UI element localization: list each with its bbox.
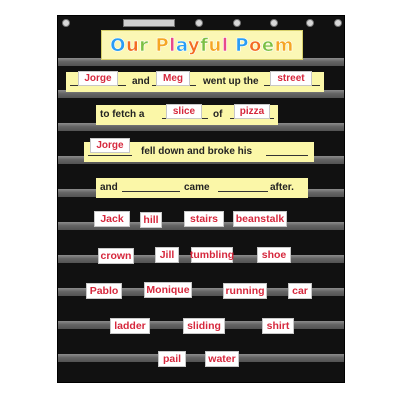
sentence-strip-3: Jorge fell down and broke his bbox=[84, 138, 314, 162]
grommet-icon bbox=[334, 19, 342, 27]
grommet-icon bbox=[195, 19, 203, 27]
sentence-strip-4: and came after. bbox=[96, 178, 308, 198]
word-card[interactable]: pail bbox=[158, 351, 186, 367]
grommet-icon bbox=[306, 19, 314, 27]
grommet-icon bbox=[270, 19, 278, 27]
strip-text: came bbox=[184, 182, 210, 193]
strip-text: fell down and broke his bbox=[141, 146, 253, 157]
word-card[interactable]: car bbox=[288, 283, 312, 299]
strip-text: went up the bbox=[203, 76, 259, 87]
pocket-chart-scene: Our Playful Poem Jorge and Meg went up t… bbox=[0, 0, 400, 400]
word-card[interactable]: running bbox=[223, 283, 267, 299]
word-card[interactable]: water bbox=[205, 351, 239, 367]
word-card[interactable]: crown bbox=[98, 248, 134, 264]
word-card[interactable]: sliding bbox=[183, 318, 225, 334]
strip-text: of bbox=[213, 109, 223, 120]
word-card[interactable]: street bbox=[270, 71, 312, 86]
word-card[interactable]: shoe bbox=[257, 247, 291, 263]
word-card[interactable]: Meg bbox=[156, 71, 190, 86]
word-card[interactable]: beanstalk bbox=[233, 211, 287, 227]
strip-text: after. bbox=[270, 182, 294, 193]
sentence-strip-2: to fetch a slice of pizza bbox=[96, 104, 278, 125]
grommet-icon bbox=[62, 19, 70, 27]
word-card[interactable]: pizza bbox=[234, 104, 270, 119]
poem-title: Our Playful Poem bbox=[110, 34, 294, 56]
strip-text: and bbox=[132, 76, 150, 87]
pocket-row bbox=[58, 354, 344, 362]
sentence-strip-1: Jorge and Meg went up the street bbox=[66, 71, 324, 92]
word-card[interactable]: hill bbox=[140, 212, 162, 228]
strip-text: to fetch a bbox=[100, 109, 145, 120]
word-card[interactable]: Jack bbox=[94, 211, 130, 227]
word-card[interactable]: tumbling bbox=[190, 247, 234, 263]
word-card[interactable]: Jorge bbox=[78, 71, 118, 86]
poem-title-card: Our Playful Poem bbox=[101, 30, 303, 60]
word-card[interactable]: shirt bbox=[262, 318, 294, 334]
word-card[interactable]: Pablo bbox=[86, 283, 122, 299]
word-card[interactable]: slice bbox=[166, 104, 202, 119]
brand-label bbox=[123, 19, 175, 27]
word-card[interactable]: ladder bbox=[110, 318, 150, 334]
word-card[interactable]: Jill bbox=[155, 247, 179, 263]
strip-text: and bbox=[100, 182, 118, 193]
word-card[interactable]: Monique bbox=[144, 282, 192, 298]
word-card[interactable]: Jorge bbox=[90, 138, 130, 153]
grommet-icon bbox=[233, 19, 241, 27]
word-card[interactable]: stairs bbox=[184, 211, 224, 227]
